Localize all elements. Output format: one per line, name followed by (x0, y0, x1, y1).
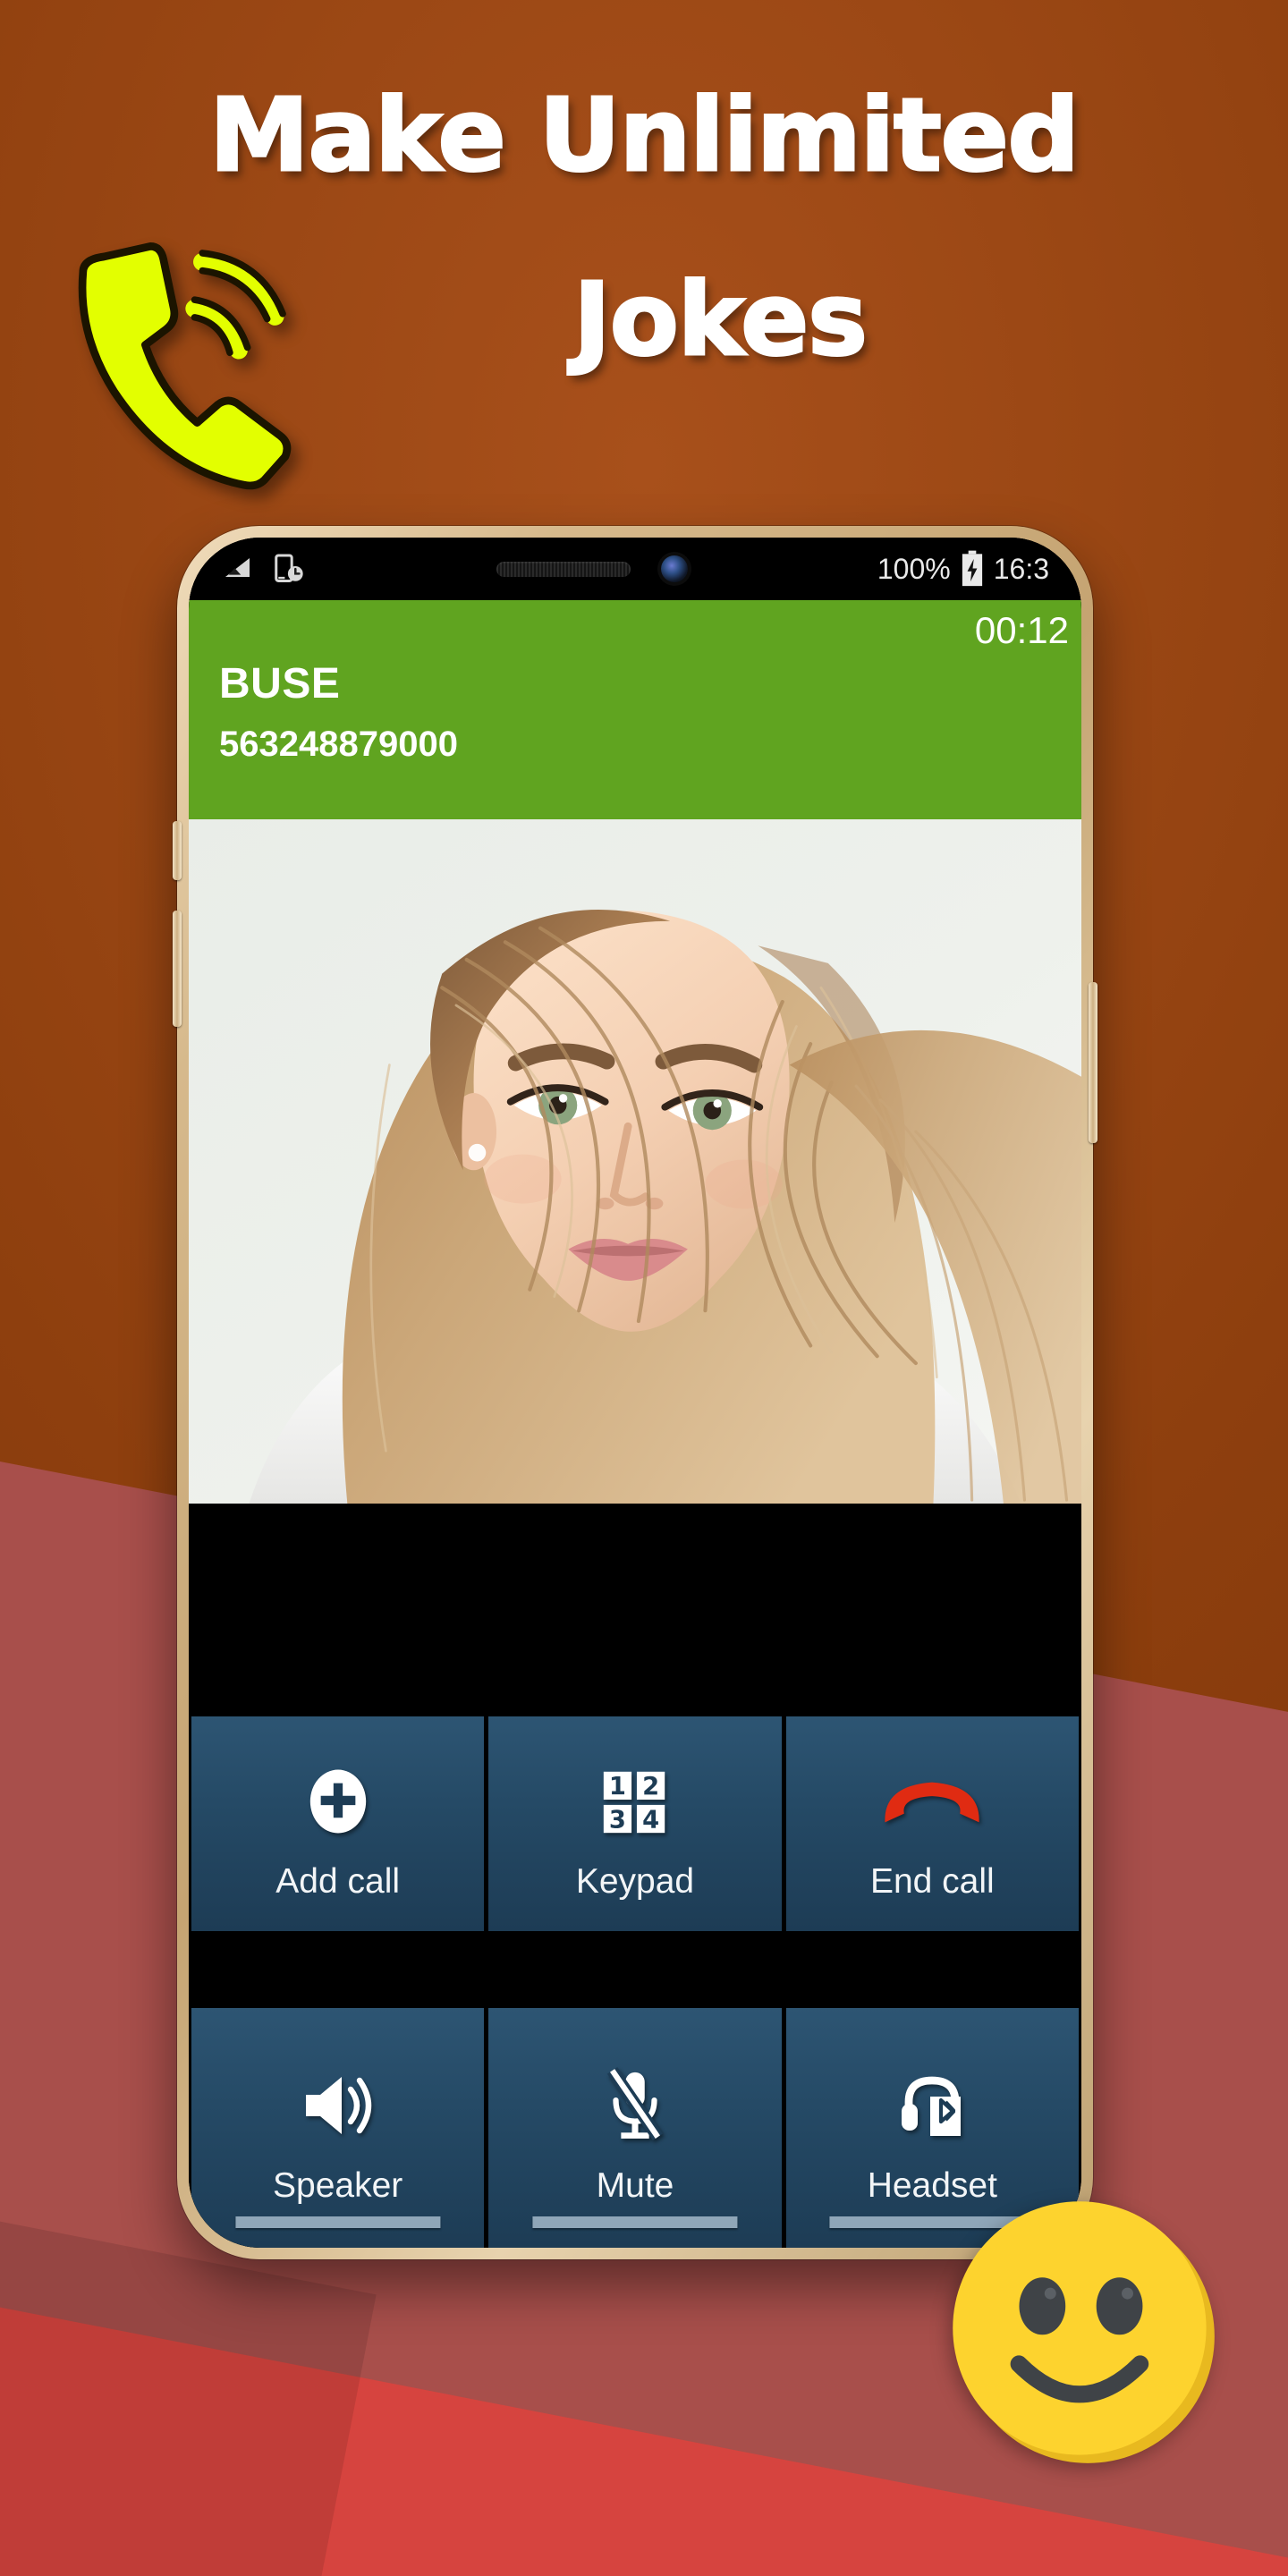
end-call-handset-icon (879, 1751, 985, 1852)
call-header-banner: 00:12 BUSE 563248879000 (189, 600, 1081, 819)
status-bar-clock: 16:3 (993, 552, 1049, 585)
phone-device-mockup: 100% 16:3 00:12 BUSE 563248879000 Add ca… (173, 526, 1097, 2259)
phone-notch-area (307, 555, 877, 582)
speaker-volume-icon (299, 2055, 377, 2156)
add-call-plus-icon (300, 1751, 377, 1852)
status-bar-right-icons: 100% 16:3 (877, 550, 1049, 588)
earpiece-speaker-grille (496, 561, 631, 577)
keypad-label: Keypad (575, 1862, 695, 1901)
keypad-button[interactable]: 1 2 3 4 Keypad (488, 1716, 782, 1931)
front-camera-lens (660, 555, 688, 582)
svg-text:2: 2 (642, 1773, 659, 1801)
svg-text:3: 3 (609, 1806, 626, 1834)
headline-line-1: Make Unlimited (208, 78, 1081, 194)
phone-volume-button[interactable] (173, 911, 182, 1027)
speaker-button[interactable]: Speaker (191, 2008, 485, 2248)
speaker-underline (235, 2216, 441, 2228)
add-call-button[interactable]: Add call (191, 1716, 485, 1931)
battery-percent-label: 100% (877, 552, 951, 585)
in-call-screen: 00:12 BUSE 563248879000 Add call 1 2 3 4… (189, 600, 1081, 2248)
speaker-label: Speaker (273, 2166, 403, 2205)
microphone-muted-icon (599, 2055, 671, 2156)
status-bar: 100% 16:3 (189, 538, 1081, 600)
caller-phone-number: 563248879000 (219, 724, 458, 764)
phone-handset-icon (78, 242, 292, 490)
mute-button[interactable]: Mute (488, 2008, 782, 2248)
end-call-button[interactable]: End call (785, 1716, 1079, 1931)
svg-text:1: 1 (609, 1773, 626, 1801)
bluetooth-headset-icon (894, 2055, 970, 2156)
call-screen-spacer (189, 1504, 1081, 1716)
signal-strength-icon (225, 558, 250, 577)
phone-mute-switch[interactable] (173, 821, 182, 880)
battery-charging-icon (962, 550, 982, 587)
end-call-label: End call (869, 1862, 995, 1901)
status-bar-left-icons (221, 552, 307, 586)
mute-underline (532, 2216, 738, 2228)
caller-name: BUSE (219, 660, 341, 708)
add-call-label: Add call (275, 1862, 401, 1901)
mute-label: Mute (596, 2166, 674, 2205)
promo-banner: Make Unlimited Jokes 100% 16:3 00:12 BUS… (0, 0, 1288, 2576)
device-with-clock-icon (275, 554, 303, 582)
phone-power-button[interactable] (1089, 982, 1097, 1143)
svg-text:4: 4 (642, 1806, 659, 1834)
keypad-digits-icon: 1 2 3 4 (597, 1751, 674, 1852)
smiley-face-icon (953, 2201, 1215, 2463)
call-duration-timer: 00:12 (974, 609, 1069, 651)
call-controls-row-1: Add call 1 2 3 4 Keypad End call (189, 1716, 1081, 1931)
caller-portrait-photo (189, 819, 1081, 1504)
phone-screen: 100% 16:3 00:12 BUSE 563248879000 Add ca… (189, 538, 1081, 2248)
